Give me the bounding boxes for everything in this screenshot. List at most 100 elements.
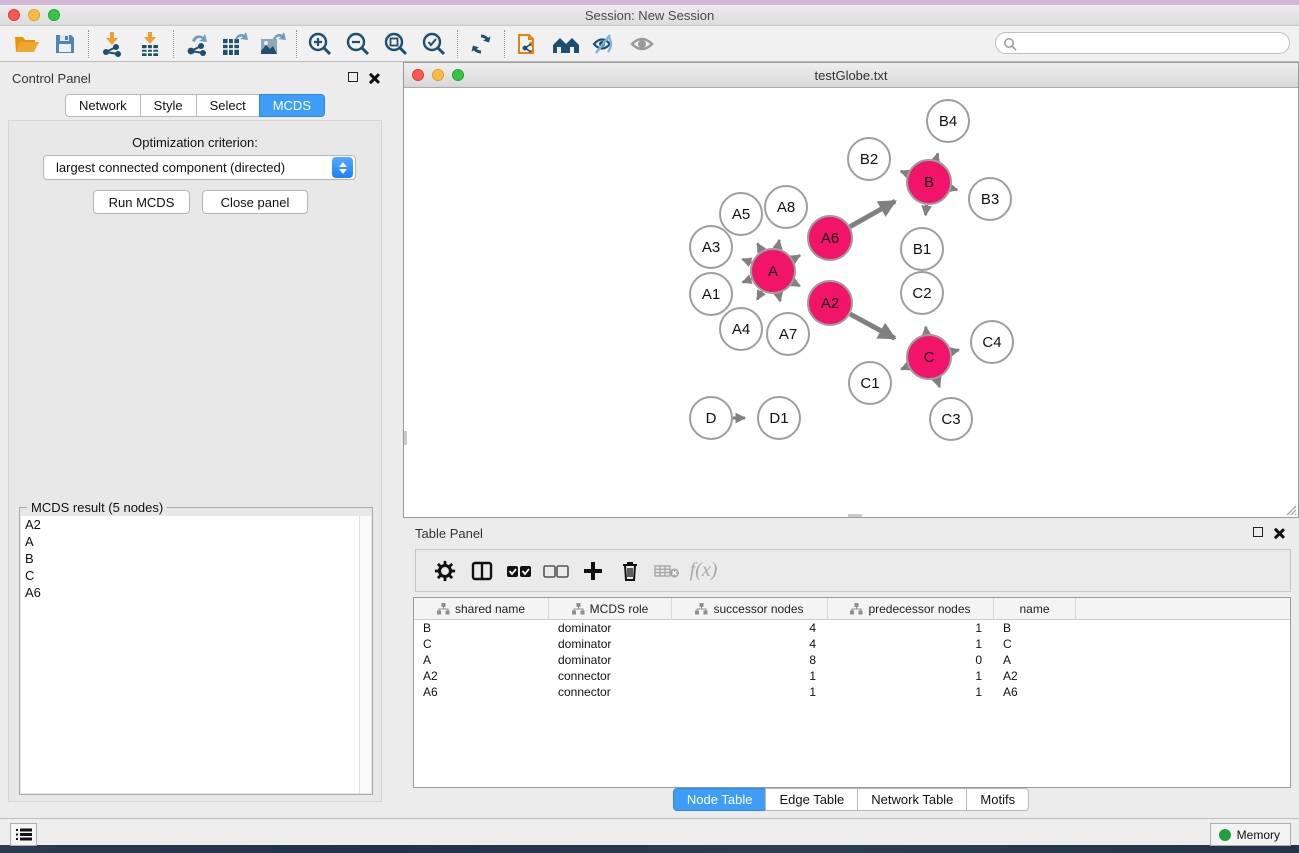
edge-A-A7[interactable] bbox=[778, 293, 780, 301]
add-column-icon[interactable] bbox=[574, 555, 611, 587]
tab-motifs[interactable]: Motifs bbox=[966, 788, 1029, 811]
refresh-icon[interactable] bbox=[462, 29, 500, 59]
node-B2[interactable]: B2 bbox=[848, 138, 890, 180]
import-table-icon[interactable] bbox=[131, 29, 169, 59]
zoom-out-icon[interactable] bbox=[339, 29, 377, 59]
tab-network-table[interactable]: Network Table bbox=[857, 788, 967, 811]
edge-B-B2[interactable] bbox=[901, 171, 908, 174]
select-all-icon[interactable] bbox=[500, 555, 537, 587]
table-row[interactable]: A6connector11A6 bbox=[414, 684, 1290, 700]
node-A4[interactable]: A4 bbox=[720, 308, 762, 350]
node-C3[interactable]: C3 bbox=[930, 398, 972, 440]
delete-table-icon[interactable] bbox=[648, 555, 685, 587]
edge-C-C3[interactable] bbox=[937, 379, 940, 387]
table-settings-icon[interactable] bbox=[426, 555, 463, 587]
network-graph[interactable]: B4 B2 B B3 A5A8A6 B1 A3 A A1 A2 C2 A4A7 C4 C C1 C3 D D1 bbox=[404, 89, 1298, 518]
save-session-icon[interactable] bbox=[46, 29, 84, 59]
show-columns-icon[interactable] bbox=[463, 555, 500, 587]
open-file-icon[interactable] bbox=[8, 29, 46, 59]
edge-B-B4[interactable] bbox=[936, 153, 938, 160]
close-panel-button[interactable]: Close panel bbox=[202, 190, 308, 214]
node-B3[interactable]: B3 bbox=[969, 178, 1011, 220]
network-canvas[interactable]: B4 B2 B B3 A5A8A6 B1 A3 A A1 A2 C2 A4A7 C4 C C1 C3 D D1 bbox=[404, 89, 1298, 517]
show-all-icon[interactable] bbox=[623, 29, 661, 59]
delete-column-icon[interactable] bbox=[611, 555, 648, 587]
edge-A-A4[interactable] bbox=[757, 291, 762, 299]
node-C2[interactable]: C2 bbox=[901, 272, 943, 314]
edge-B-B1[interactable] bbox=[926, 205, 927, 215]
column-header-name[interactable]: name bbox=[994, 598, 1076, 620]
node-B1[interactable]: B1 bbox=[901, 228, 943, 270]
zoom-fit-icon[interactable] bbox=[377, 29, 415, 59]
search-box[interactable] bbox=[995, 32, 1290, 54]
tab-network[interactable]: Network bbox=[65, 94, 141, 117]
node-A8[interactable]: A8 bbox=[765, 186, 807, 228]
node-D1[interactable]: D1 bbox=[758, 397, 800, 439]
result-item[interactable]: A6 bbox=[21, 584, 359, 601]
edge-C-C2[interactable] bbox=[926, 327, 927, 334]
first-neighbors-icon[interactable] bbox=[547, 29, 585, 59]
node-C1[interactable]: C1 bbox=[849, 362, 891, 404]
deselect-all-icon[interactable] bbox=[537, 555, 574, 587]
edge-A-A5[interactable] bbox=[757, 243, 761, 251]
column-header-predecessor-nodes[interactable]: predecessor nodes bbox=[828, 598, 994, 620]
node-C4[interactable]: C4 bbox=[971, 321, 1013, 363]
mcds-result-list[interactable]: A2ABCA6 bbox=[21, 516, 359, 793]
import-network-icon[interactable] bbox=[93, 29, 131, 59]
node-table[interactable]: shared nameMCDS rolesuccessor nodesprede… bbox=[413, 597, 1291, 788]
function-builder-icon[interactable]: f(x) bbox=[690, 559, 718, 582]
result-item[interactable]: C bbox=[21, 567, 359, 584]
edge-A-A2[interactable] bbox=[793, 282, 800, 286]
result-item[interactable]: A2 bbox=[21, 516, 359, 533]
tab-mcds[interactable]: MCDS bbox=[259, 94, 325, 117]
table-row[interactable]: Adominator80A bbox=[414, 652, 1290, 668]
edge-A2-C[interactable] bbox=[850, 314, 895, 338]
edge-A6-B[interactable] bbox=[850, 201, 895, 226]
node-A5[interactable]: A5 bbox=[720, 193, 762, 235]
close-panel-icon[interactable] bbox=[1273, 527, 1285, 539]
node-A2[interactable]: A2 bbox=[808, 281, 852, 325]
table-row[interactable]: Cdominator41C bbox=[414, 636, 1290, 652]
zoom-selected-icon[interactable] bbox=[415, 29, 453, 59]
node-A1[interactable]: A1 bbox=[690, 273, 732, 315]
hide-selected-icon[interactable] bbox=[585, 29, 623, 59]
column-header-successor-nodes[interactable]: successor nodes bbox=[672, 598, 828, 620]
edge-B-B3[interactable] bbox=[951, 188, 957, 190]
float-panel-icon[interactable] bbox=[1253, 527, 1263, 537]
table-row[interactable]: Bdominator41B bbox=[414, 620, 1290, 636]
result-scrollbar[interactable] bbox=[359, 516, 371, 793]
node-C[interactable]: C bbox=[907, 335, 951, 379]
column-header-MCDS-role[interactable]: MCDS role bbox=[549, 598, 672, 620]
node-A6[interactable]: A6 bbox=[808, 216, 852, 260]
node-A7[interactable]: A7 bbox=[767, 313, 809, 355]
vertical-scroll-stub[interactable] bbox=[404, 431, 407, 445]
export-table-icon[interactable] bbox=[216, 29, 254, 59]
node-D[interactable]: D bbox=[690, 397, 732, 439]
export-image-icon[interactable] bbox=[254, 29, 292, 59]
column-header-shared-name[interactable]: shared name bbox=[414, 598, 549, 620]
node-B4[interactable]: B4 bbox=[927, 100, 969, 142]
new-network-from-selection-icon[interactable] bbox=[509, 29, 547, 59]
edge-A-A8[interactable] bbox=[778, 240, 780, 249]
search-input[interactable] bbox=[1022, 34, 1282, 52]
criterion-dropdown[interactable]: largest connected component (directed) bbox=[43, 155, 356, 180]
node-A[interactable]: A bbox=[751, 249, 795, 293]
tab-select[interactable]: Select bbox=[196, 94, 260, 117]
export-network-icon[interactable] bbox=[178, 29, 216, 59]
zoom-in-icon[interactable] bbox=[301, 29, 339, 59]
float-panel-icon[interactable] bbox=[348, 72, 358, 82]
tab-edge-table[interactable]: Edge Table bbox=[765, 788, 858, 811]
edge-A-A3[interactable] bbox=[742, 259, 751, 263]
horizontal-scroll-stub[interactable] bbox=[848, 514, 862, 517]
dropdown-stepper-icon[interactable] bbox=[332, 157, 353, 178]
result-item[interactable]: B bbox=[21, 550, 359, 567]
node-A3[interactable]: A3 bbox=[690, 226, 732, 268]
run-mcds-button[interactable]: Run MCDS bbox=[93, 190, 190, 214]
memory-button[interactable]: Memory bbox=[1210, 823, 1291, 846]
edge-C-C1[interactable] bbox=[901, 366, 908, 369]
tab-style[interactable]: Style bbox=[140, 94, 197, 117]
node-B[interactable]: B bbox=[907, 160, 951, 204]
edge-C-C4[interactable] bbox=[951, 350, 959, 352]
tab-node-table[interactable]: Node Table bbox=[673, 788, 767, 811]
edge-A-A1[interactable] bbox=[743, 279, 752, 282]
